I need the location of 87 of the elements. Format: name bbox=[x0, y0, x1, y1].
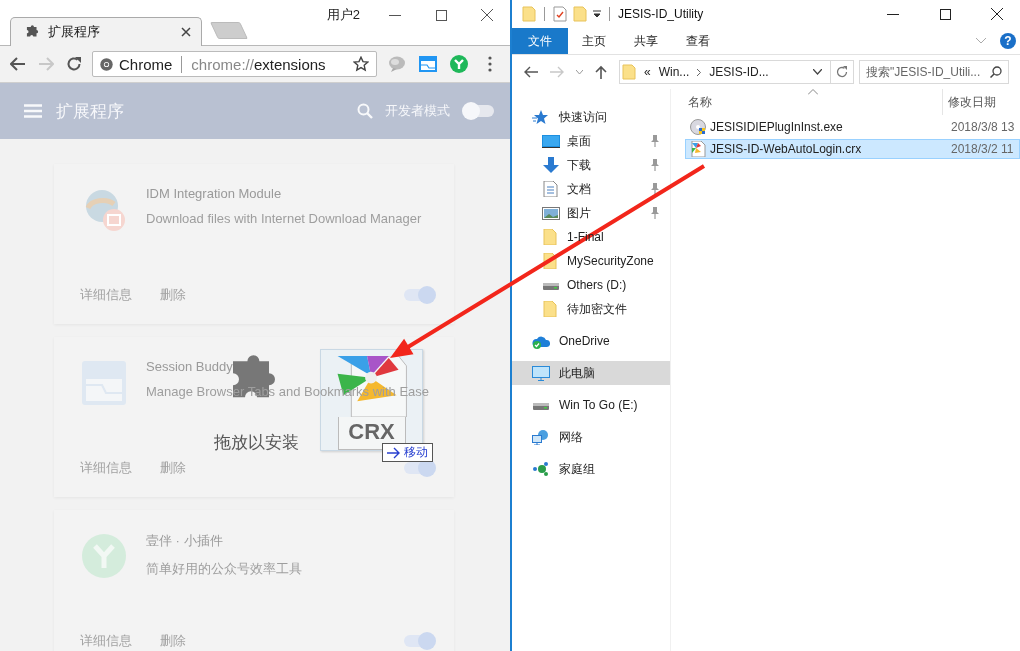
window-icon[interactable] bbox=[418, 56, 437, 72]
puzzle-icon bbox=[25, 25, 39, 39]
arrow-icon bbox=[387, 446, 401, 459]
file-row[interactable]: JESIS-ID-WebAutoLogin.crx 2018/3/2 11 bbox=[685, 139, 1020, 159]
page-title: 扩展程序 bbox=[56, 100, 124, 123]
nav-item[interactable]: 桌面 bbox=[512, 129, 670, 153]
nav-item[interactable]: Others (D:) bbox=[512, 273, 670, 297]
file-name: JESIS-ID-WebAutoLogin.crx bbox=[710, 142, 863, 156]
pin-icon bbox=[650, 135, 660, 147]
breadcrumb-item[interactable]: JESIS-ID... bbox=[709, 65, 769, 79]
more-menu-icon[interactable] bbox=[487, 56, 492, 72]
developer-mode-label: 开发者模式 bbox=[385, 102, 450, 120]
nav-item[interactable]: OneDrive bbox=[512, 329, 670, 353]
reload-icon[interactable] bbox=[66, 56, 82, 72]
toggle-switch[interactable] bbox=[464, 105, 494, 117]
toggle-switch[interactable] bbox=[404, 635, 434, 647]
maximize-icon[interactable] bbox=[939, 8, 951, 20]
ribbon-tab[interactable]: 查看 bbox=[672, 28, 724, 54]
document-icon bbox=[542, 181, 560, 197]
nav-item[interactable]: 家庭组 bbox=[512, 457, 670, 481]
properties-icon[interactable] bbox=[553, 6, 567, 22]
extension-name: IDM Integration Module bbox=[146, 186, 283, 201]
disc-installer-icon bbox=[690, 119, 706, 135]
address-bar[interactable]: Chrome chrome://extensions bbox=[92, 51, 377, 77]
column-header[interactable]: 修改日期 bbox=[942, 89, 996, 115]
refresh-icon[interactable] bbox=[836, 66, 848, 78]
chevron-down-icon[interactable] bbox=[813, 69, 822, 75]
search-icon bbox=[990, 66, 1002, 78]
back-icon[interactable] bbox=[10, 57, 26, 71]
ribbon-tab[interactable]: 文件 bbox=[512, 28, 568, 54]
search-field[interactable]: 搜索"JESIS-ID_Utili... bbox=[859, 60, 1009, 84]
star-icon bbox=[532, 109, 550, 125]
ribbon-tab[interactable]: 主页 bbox=[568, 28, 620, 54]
breadcrumb-overflow[interactable]: « bbox=[644, 65, 651, 79]
ribbon-tab[interactable]: 共享 bbox=[620, 28, 672, 54]
bookmark-star-icon[interactable] bbox=[353, 56, 369, 72]
folder-icon bbox=[542, 301, 560, 317]
nav-item[interactable]: 待加密文件 bbox=[512, 297, 670, 321]
extension-description: Download files with Internet Download Manager bbox=[146, 211, 422, 226]
homegroup-icon bbox=[532, 461, 550, 477]
file-date: 2018/3/8 13 bbox=[951, 120, 1015, 134]
site-label: Chrome bbox=[119, 55, 173, 73]
up-arrow-icon[interactable] bbox=[595, 65, 607, 79]
close-icon[interactable] bbox=[481, 9, 493, 21]
desktop-icon bbox=[542, 133, 560, 149]
help-button[interactable]: ? bbox=[1000, 33, 1016, 49]
picture-icon bbox=[542, 205, 560, 221]
dropdown-icon[interactable] bbox=[593, 10, 601, 18]
folder-icon bbox=[622, 64, 636, 80]
network-icon bbox=[532, 429, 550, 445]
window-title: JESIS-ID_Utility bbox=[618, 7, 704, 21]
maximize-icon[interactable] bbox=[435, 9, 447, 21]
column-header[interactable]: 名称 bbox=[671, 93, 942, 111]
toggle-switch[interactable] bbox=[404, 289, 434, 301]
folder-icon bbox=[542, 229, 560, 245]
address-bar[interactable]: « Win... JESIS-ID... bbox=[619, 60, 854, 84]
pin-icon bbox=[650, 207, 660, 219]
nav-item[interactable]: 文档 bbox=[512, 177, 670, 201]
close-icon[interactable] bbox=[991, 8, 1003, 20]
pin-icon bbox=[650, 159, 660, 171]
crx-file-icon bbox=[690, 141, 706, 157]
download-arrow-icon bbox=[542, 157, 560, 173]
chevron-right-icon[interactable] bbox=[697, 68, 702, 76]
nav-item[interactable]: 快速访问 bbox=[512, 105, 670, 129]
monitor-icon bbox=[532, 365, 550, 381]
chrome-logo-icon bbox=[100, 57, 113, 71]
file-name: JESISIDIEPlugInInst.exe bbox=[710, 120, 844, 134]
close-icon[interactable] bbox=[181, 27, 191, 37]
y-logo-icon[interactable] bbox=[449, 55, 468, 73]
file-date: 2018/3/2 11 bbox=[951, 142, 1014, 156]
extension-name: Session Buddy bbox=[146, 359, 234, 374]
url-text: chrome://extensions bbox=[191, 55, 326, 73]
profile-name[interactable]: 用户2 bbox=[326, 6, 360, 24]
breadcrumb-item[interactable]: Win... bbox=[658, 65, 690, 79]
drop-hint: 拖放以安装 bbox=[214, 432, 299, 454]
drop-effect-label: 移动 bbox=[404, 444, 428, 461]
back-icon[interactable] bbox=[524, 66, 538, 78]
pin-icon bbox=[650, 183, 660, 195]
nav-item[interactable]: 此电脑 bbox=[512, 361, 670, 385]
browser-tab[interactable]: 扩展程序 bbox=[10, 17, 202, 46]
file-row[interactable]: JESISIDIEPlugInInst.exe 2018/3/8 13 bbox=[685, 117, 1020, 137]
extension-description: 简单好用的公众号效率工具 bbox=[146, 560, 302, 578]
extension-name: 壹伴 · 小插件 bbox=[146, 532, 224, 550]
y-logo-icon bbox=[80, 532, 128, 580]
nav-item[interactable]: Win To Go (E:) bbox=[512, 393, 670, 417]
nav-item[interactable]: 下载 bbox=[512, 153, 670, 177]
nav-item[interactable]: 网络 bbox=[512, 425, 670, 449]
